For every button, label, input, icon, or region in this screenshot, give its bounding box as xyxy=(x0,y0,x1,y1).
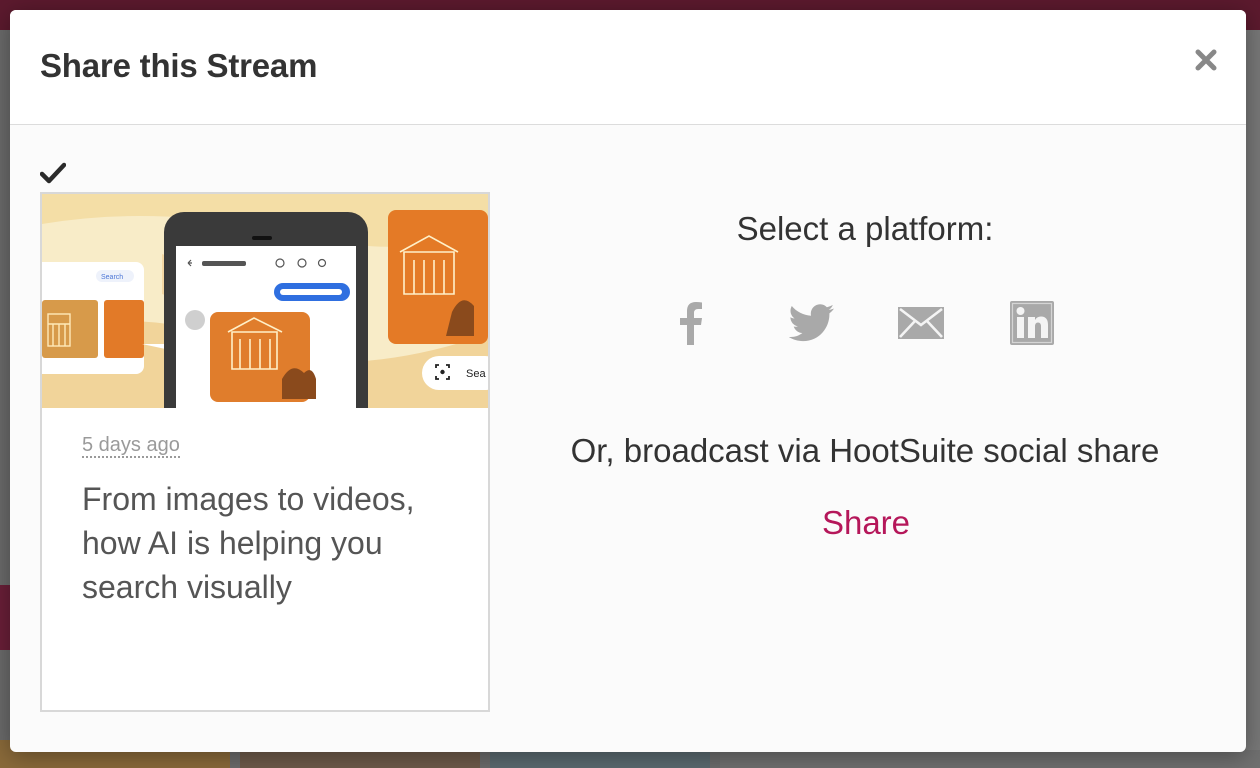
modal-title: Share this Stream xyxy=(40,47,318,84)
twitter-icon xyxy=(789,304,834,342)
card-thumbnail: Search Sea xyxy=(42,194,488,408)
platform-list xyxy=(660,295,1060,355)
hootsuite-share-link[interactable]: Share xyxy=(805,504,927,542)
background-accent xyxy=(0,585,10,650)
selected-checkmark xyxy=(39,160,67,186)
linkedin-button[interactable] xyxy=(1002,295,1062,351)
email-button[interactable] xyxy=(891,295,951,351)
linkedin-icon xyxy=(1010,301,1054,345)
search-chip: Search xyxy=(101,274,123,281)
card-timestamp: 5 days ago xyxy=(82,434,180,458)
card-title: From images to videos, how AI is helping… xyxy=(82,481,415,605)
platform-heading: Select a platform: xyxy=(736,210,994,247)
broadcast-text: Or, broadcast via HootSuite social share xyxy=(570,432,1160,469)
email-icon xyxy=(898,307,944,339)
stream-card[interactable]: Search Sea 5 days ago From images to vid… xyxy=(40,192,490,712)
modal-header: Share this Stream xyxy=(10,10,1246,125)
checkmark-icon xyxy=(39,162,67,184)
twitter-button[interactable] xyxy=(782,295,842,351)
lens-button-label: Sea xyxy=(466,368,486,380)
close-icon xyxy=(1195,49,1217,71)
background-sidebar xyxy=(1246,30,1260,750)
facebook-icon xyxy=(680,302,702,345)
close-button[interactable] xyxy=(1188,42,1224,78)
share-modal: Share this Stream Search Sea 5 days ago … xyxy=(10,10,1246,752)
facebook-button[interactable] xyxy=(660,295,720,351)
